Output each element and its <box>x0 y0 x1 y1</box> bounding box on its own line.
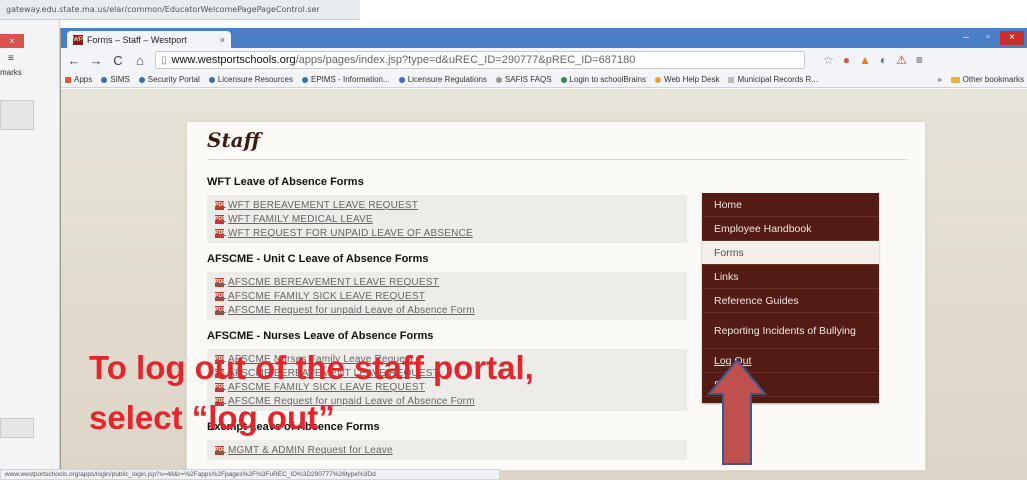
home-icon[interactable]: ⌂ <box>133 53 147 68</box>
apps-grid-icon <box>65 76 71 83</box>
background-bookmarks-label: marks <box>0 68 22 77</box>
bookmark-icon <box>655 76 662 83</box>
page-title: Staff <box>207 128 261 152</box>
back-icon[interactable]: ← <box>67 53 81 68</box>
nav-item-employee-handbook[interactable]: Employee Handbook <box>702 217 879 241</box>
url-domain: www.westportschools.org <box>171 54 296 66</box>
extension-orange-icon[interactable]: ▲ <box>859 53 871 67</box>
forward-icon[interactable]: → <box>89 53 103 68</box>
bookmark-municipal-records[interactable]: Municipal Records R... <box>728 75 818 84</box>
nav-item-home[interactable]: Home <box>702 193 879 217</box>
bookmark-web-help-desk[interactable]: Web Help Desk <box>655 75 719 84</box>
background-menu-icon[interactable]: ≡ <box>8 53 24 64</box>
background-close-icon[interactable]: × <box>0 34 24 48</box>
nav-item-links[interactable]: Links <box>702 265 879 289</box>
reload-icon[interactable]: C <box>111 53 125 68</box>
bookmark-icon <box>101 76 108 83</box>
star-icon[interactable]: ☆ <box>823 53 834 67</box>
bookmark-security-portal[interactable]: Security Portal <box>138 75 200 84</box>
form-link[interactable]: PDF AFSCME BEREAVEMENT LEAVE REQUEST <box>215 275 679 289</box>
bookmark-sims[interactable]: SIMS <box>101 75 130 84</box>
bookmark-icon <box>301 76 308 83</box>
form-link[interactable]: PDF WFT FAMILY MEDICAL LEAVE <box>215 212 679 226</box>
form-link[interactable]: PDF WFT REQUEST FOR UNPAID LEAVE OF ABSEN… <box>215 226 679 240</box>
bookmark-icon <box>208 76 215 83</box>
window-close-icon[interactable]: × <box>1000 31 1024 45</box>
bookmark-icon <box>560 76 567 83</box>
links-box-wft: PDF WFT BEREAVEMENT LEAVE REQUEST PDF WFT … <box>207 195 687 243</box>
bookmarks-more[interactable]: » <box>937 75 941 84</box>
url-path: /apps/pages/index.jsp?type=d&uREC_ID=290… <box>295 54 636 66</box>
links-box-exempt: PDF MGMT & ADMIN Request for Leave <box>207 440 687 460</box>
address-bar[interactable]: ▯ www.westportschools.org/apps/pages/ind… <box>155 51 805 69</box>
pdf-icon: PDF <box>215 214 226 224</box>
background-url-bar[interactable]: gateway.edu.state.ma.us/elar/common/Educ… <box>0 0 360 20</box>
section-heading-afscme-unit-c: AFSCME - Unit C Leave of Absence Forms <box>207 253 429 265</box>
section-heading-wft: WFT Leave of Absence Forms <box>207 176 364 188</box>
section-heading-afscme-nurses: AFSCME - Nurses Leave of Absence Forms <box>207 330 434 342</box>
nav-item-reporting-bullying[interactable]: Reporting Incidents of Bullying <box>702 313 879 349</box>
page-icon: ▯ <box>161 54 167 66</box>
pdf-icon: PDF <box>215 277 226 287</box>
browser-menu-icon[interactable]: ≡ <box>916 53 923 67</box>
background-panel <box>0 100 34 130</box>
background-panel-lower <box>0 418 34 438</box>
status-bar-link-preview: www.westportschools.org/apps/login/publi… <box>0 469 500 480</box>
links-box-afscme-unit-c: PDF AFSCME BEREAVEMENT LEAVE REQUEST PDF A… <box>207 272 687 320</box>
nav-item-forms[interactable]: Forms <box>702 241 879 265</box>
browser-toolbar: ← → C ⌂ ▯ www.westportschools.org/apps/p… <box>61 48 1027 72</box>
bookmark-safis-faqs[interactable]: SAFIS FAQS <box>495 75 552 84</box>
instruction-callout: To log out of the staff portal, select “… <box>89 349 534 436</box>
bookmark-licensure-regulations[interactable]: Licensure Regulations <box>398 75 487 84</box>
bookmark-apps[interactable]: Apps <box>65 75 92 84</box>
page-icon <box>728 76 735 83</box>
bookmark-licensure-resources[interactable]: Licensure Resources <box>208 75 293 84</box>
form-link[interactable]: PDF WFT BEREAVEMENT LEAVE REQUEST <box>215 198 679 212</box>
bookmark-schoolbrains[interactable]: Login to schoolBrains <box>560 75 646 84</box>
maximize-icon[interactable]: ▫ <box>978 31 998 45</box>
pdf-icon: PDF <box>215 291 226 301</box>
extension-blue-icon[interactable]: ◐ <box>880 53 887 67</box>
pdf-icon: PDF <box>215 200 226 210</box>
site-favicon-icon: WP <box>73 34 83 45</box>
nav-item-reference-guides[interactable]: Reference Guides <box>702 289 879 313</box>
form-link[interactable]: PDF MGMT & ADMIN Request for Leave <box>215 443 679 457</box>
bookmarks-bar: Apps SIMS Security Portal Licensure Reso… <box>61 72 1027 88</box>
up-arrow-icon <box>707 358 767 465</box>
toolbar-extensions: ☆ ● ▲ ◐ ⚠ ≡ <box>823 53 923 67</box>
tab-forms-staff[interactable]: WP Forms – Staff – Westport × <box>67 31 231 48</box>
bookmark-icon <box>398 76 405 83</box>
folder-icon <box>950 76 960 83</box>
pdf-icon: PDF <box>215 228 226 238</box>
form-link[interactable]: PDF AFSCME Request for unpaid Leave of Ab… <box>215 303 679 317</box>
tab-close-icon[interactable]: × <box>220 35 225 45</box>
bookmark-epims[interactable]: EPIMS - Information... <box>301 75 390 84</box>
minimize-icon[interactable]: – <box>956 31 976 45</box>
form-link[interactable]: PDF AFSCME FAMILY SICK LEAVE REQUEST <box>215 289 679 303</box>
pdf-icon: PDF <box>215 445 226 455</box>
tab-title: Forms – Staff – Westport <box>87 34 187 45</box>
extension-red-icon[interactable]: ● <box>843 53 850 67</box>
pdf-icon: PDF <box>215 305 226 315</box>
bookmark-icon <box>138 76 145 83</box>
bookmark-other-bookmarks[interactable]: Other bookmarks <box>950 75 1024 84</box>
bookmark-icon <box>495 76 502 83</box>
tab-strip: WP Forms – Staff – Westport × – ▫ × <box>61 28 1027 48</box>
extension-alert-icon[interactable]: ⚠ <box>896 53 907 67</box>
title-divider <box>207 159 907 160</box>
